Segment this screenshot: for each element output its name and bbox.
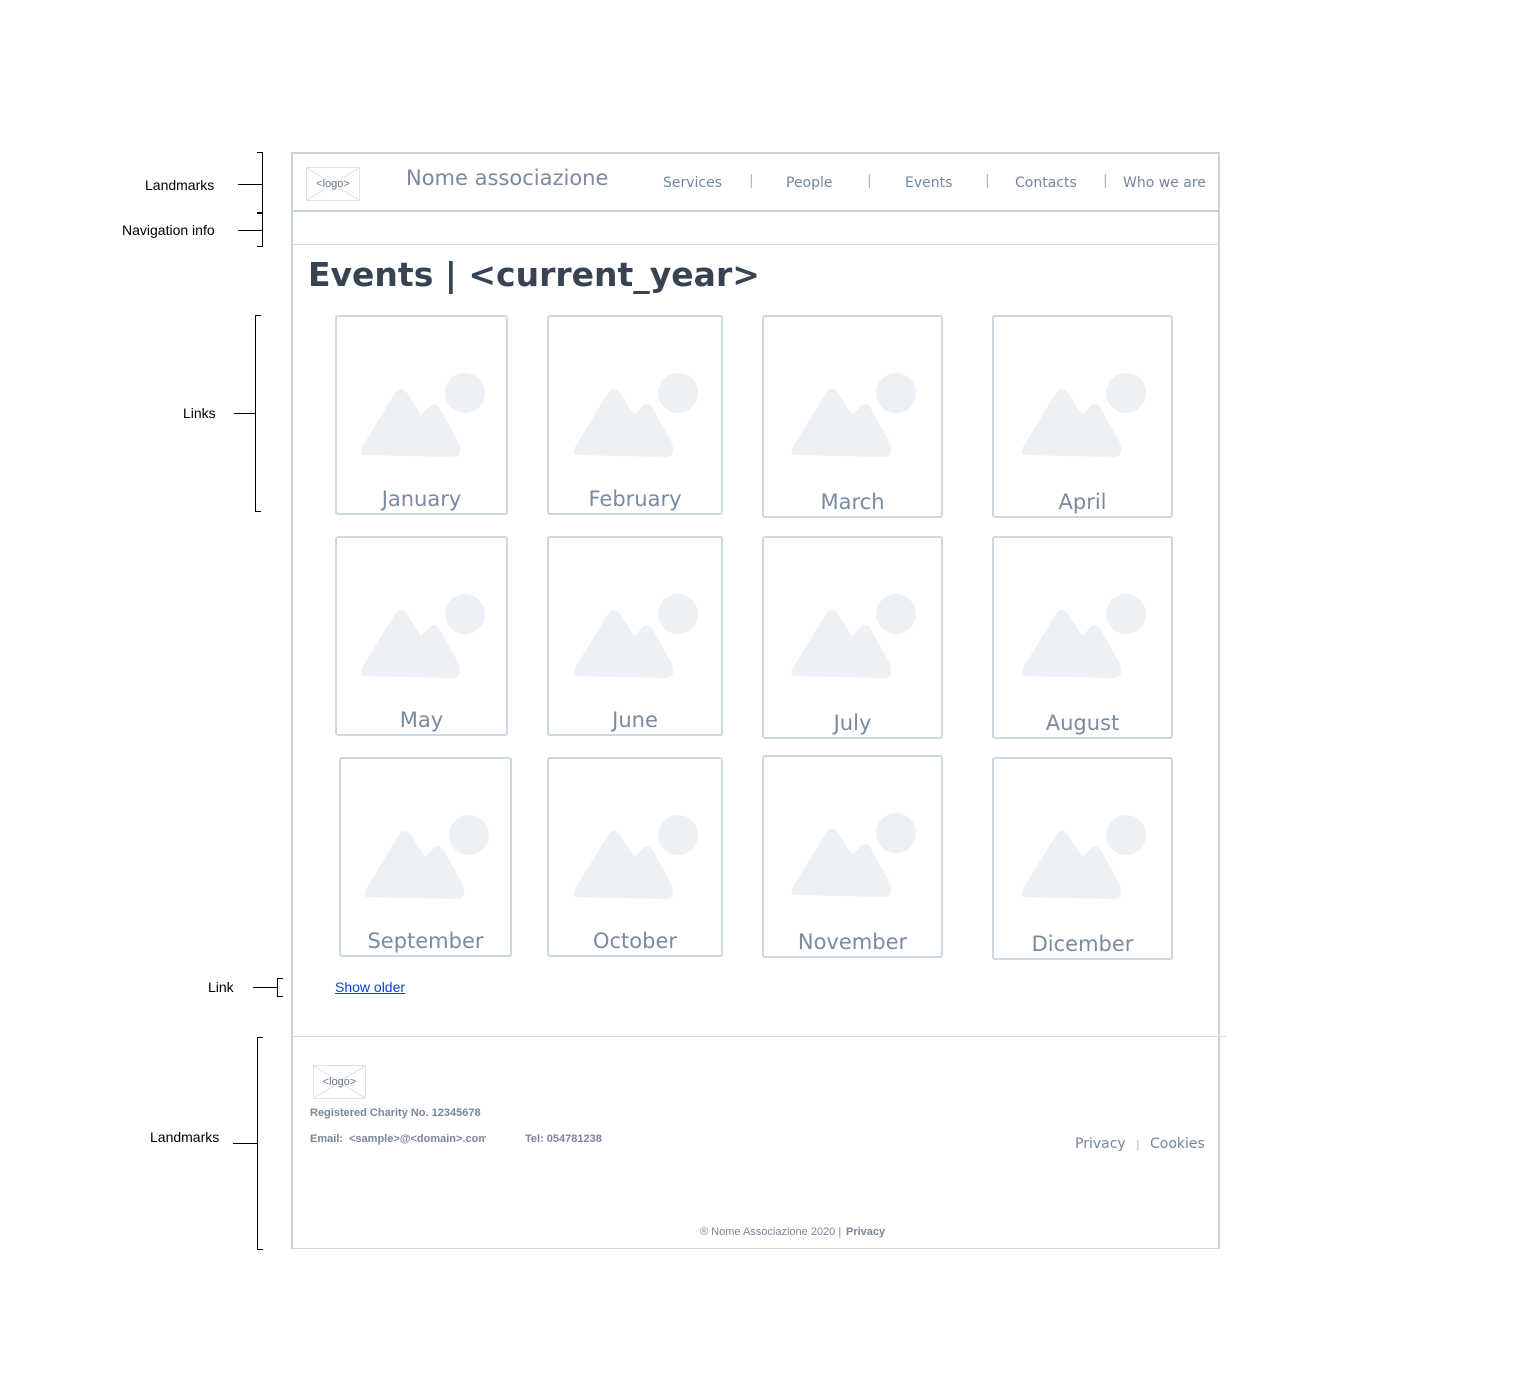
month-card-march[interactable]: March [762,315,943,518]
nav-separator: | [867,173,872,189]
nav-services[interactable]: Services [663,175,722,191]
month-card-january[interactable]: January [335,315,508,515]
month-label: May [399,708,444,732]
header-logo[interactable]: <logo> [306,167,360,201]
nav-separator: | [749,173,754,189]
month-label: September [367,929,484,953]
annotation-bracket [277,978,283,997]
page-title: Events | <current_year> [308,255,760,294]
month-label: April [1058,490,1107,514]
month-label: March [820,490,885,514]
month-label: February [588,487,682,511]
charity-number: Registered Charity No. 12345678 [310,1107,481,1119]
footer-divider [291,1036,1226,1037]
telephone: Tel: 054781238 [525,1133,602,1145]
month-label: June [612,708,658,732]
email-label: Email: [310,1133,344,1145]
annotation-tick [238,230,262,231]
nav-separator: | [985,173,990,189]
image-placeholder-icon [364,815,489,899]
wireframe-canvas: Landmarks Navigation info Links Link Lan… [0,0,1534,1398]
annotation-navigation-info: Navigation info [122,222,215,238]
annotation-landmarks: Landmarks [145,177,215,193]
annotation-landmarks-footer: Landmarks [150,1129,220,1145]
month-label: November [797,930,908,954]
image-placeholder-icon [791,594,916,678]
brand-name[interactable]: Nome associazione [406,166,608,190]
annotation-bracket [257,1037,263,1250]
annotation-tick [253,987,277,988]
image-placeholder-icon [791,373,916,457]
image-placeholder-icon [573,815,698,899]
month-card-dicember[interactable]: Dicember [992,757,1173,960]
annotation-link: Link [208,979,234,995]
nav-separator: | [1103,173,1108,189]
footer-separator: | [1136,1138,1140,1151]
annotation-tick [233,1143,257,1144]
annotation-bracket [262,213,263,247]
month-card-august[interactable]: August [992,536,1173,739]
image-placeholder-icon [573,594,698,678]
image-placeholder-icon [1021,373,1146,457]
month-card-september[interactable]: September [339,757,512,957]
footer-privacy-link[interactable]: Privacy [1075,1136,1126,1152]
show-older-link[interactable]: Show older [335,979,405,995]
nav-contacts[interactable]: Contacts [1015,175,1077,191]
annotation-bracket [262,152,263,213]
month-label: October [592,929,678,953]
month-card-october[interactable]: October [547,757,723,957]
month-card-november[interactable]: November [762,755,943,958]
image-placeholder-icon [360,373,485,457]
month-card-june[interactable]: June [547,536,723,736]
annotation-links: Links [183,405,216,421]
annotation-tick [234,413,255,414]
logo-text: <logo> [316,178,350,190]
footer-cookies-link[interactable]: Cookies [1150,1136,1205,1152]
nav-info-divider [291,244,1220,245]
logo-text: <logo> [322,1076,357,1088]
month-label: July [833,711,872,735]
month-label: January [381,487,462,511]
annotation-bracket [255,315,261,512]
image-placeholder-icon [1021,594,1146,678]
month-label: August [1045,711,1120,735]
month-card-april[interactable]: April [992,315,1173,518]
nav-people[interactable]: People [786,175,833,191]
month-card-february[interactable]: February [547,315,723,515]
nav-events[interactable]: Events [905,175,952,191]
copyright: ® Nome Associazione 2020 | [700,1226,842,1238]
image-placeholder-icon [360,594,485,678]
image-placeholder-icon [573,373,698,457]
image-placeholder-icon [1021,815,1146,899]
month-label: Dicember [1031,932,1134,956]
annotation-tick [238,184,262,185]
header-divider [291,210,1220,212]
month-card-july[interactable]: July [762,536,943,739]
image-placeholder-icon [791,813,916,897]
email-value[interactable]: <sample>@<domain>.com [349,1133,486,1145]
month-card-may[interactable]: May [335,536,508,736]
nav-who-we-are[interactable]: Who we are [1123,175,1206,191]
footer-logo: <logo> [313,1065,366,1099]
copyright-privacy-link[interactable]: Privacy [846,1226,885,1238]
